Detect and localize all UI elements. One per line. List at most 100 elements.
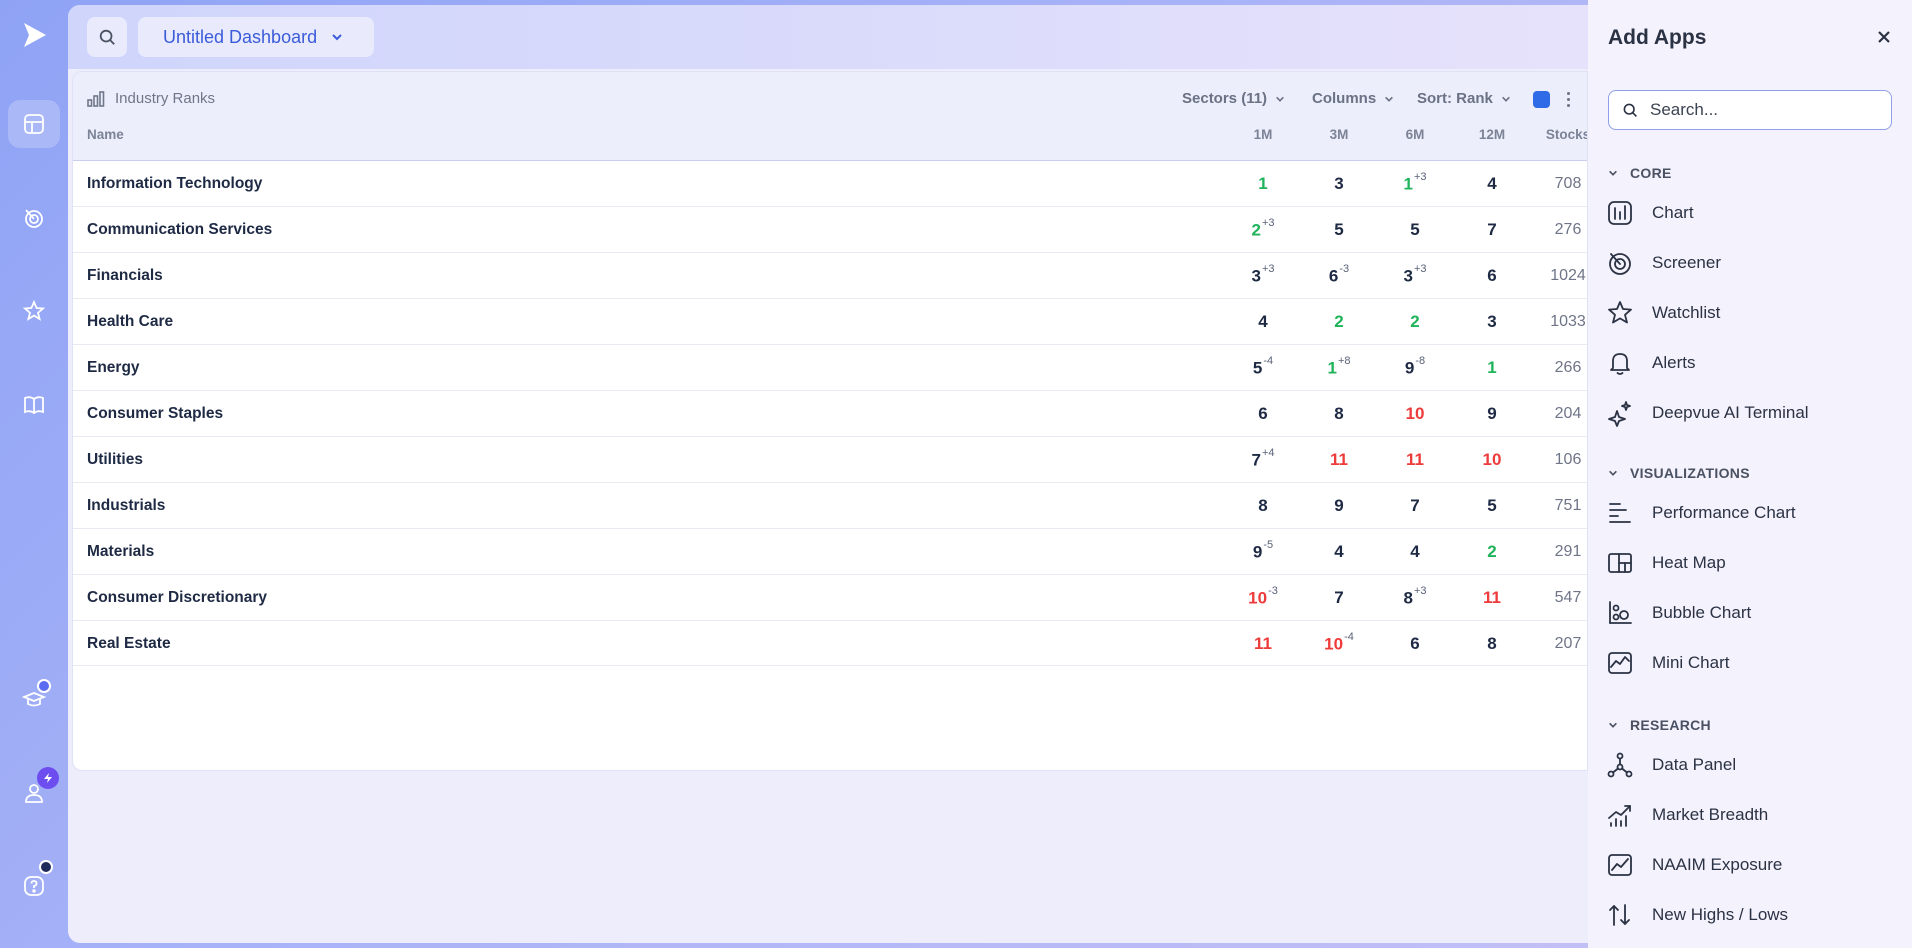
app-item-label: Bubble Chart (1652, 603, 1752, 622)
rank-cell-m3: 1+8 (1309, 355, 1369, 379)
rank-cell-m6: 4 (1385, 542, 1445, 562)
app-item-heat-map[interactable]: Heat Map (1606, 543, 1896, 583)
chart-icon (1606, 199, 1634, 227)
dashboard-select[interactable]: Untitled Dashboard (138, 17, 374, 57)
rank-cell-m3: 10-4 (1309, 631, 1369, 655)
col-header-12m[interactable]: 12M (1462, 127, 1522, 142)
rank-cell-m12: 6 (1462, 266, 1522, 286)
top-bar: Untitled Dashboard (68, 5, 1588, 69)
app-item-naaim-exposure[interactable]: NAAIM Exposure (1606, 845, 1896, 885)
section-header-visualizations[interactable]: VISUALIZATIONS (1608, 465, 1750, 481)
stocks-count: 106 (1554, 451, 1582, 468)
stocks-count: 751 (1554, 497, 1582, 514)
stocks-count: 1033 (1550, 313, 1586, 330)
table-row[interactable]: Consumer Discretionary 10-3 7 8+3 11 547 (73, 574, 1587, 620)
column-headers: Name 1M 3M 6M 12M Stocks (73, 127, 1587, 153)
chevron-down-icon (1385, 96, 1394, 102)
table-row[interactable]: Financials 3+3 6-3 3+3 6 1024 (73, 252, 1587, 298)
rank-cell-m12: 1 (1462, 358, 1522, 378)
columns-dropdown[interactable]: Columns (1312, 90, 1394, 107)
star-icon (1606, 299, 1634, 327)
rank-cell-m6: 11 (1385, 450, 1445, 470)
nav-watchlist-button[interactable] (8, 287, 60, 335)
rank-change: -3 (1268, 585, 1278, 597)
app-item-screener[interactable]: Screener (1606, 243, 1896, 283)
col-header-3m[interactable]: 3M (1309, 127, 1369, 142)
rank-value: 7 (1251, 450, 1261, 470)
table-row[interactable]: Health Care 4 2 2 3 1033 (73, 298, 1587, 344)
table-row[interactable]: Consumer Staples 6 8 10 9 204 (73, 390, 1587, 436)
rank-cell-m1: 9-5 (1233, 539, 1293, 563)
col-header-1m[interactable]: 1M (1233, 127, 1293, 142)
nav-account-button[interactable] (8, 767, 60, 817)
heatmap-icon (1606, 549, 1634, 577)
rank-cell-m12: 4 (1462, 174, 1522, 194)
nav-docs-button[interactable] (8, 381, 60, 429)
nav-screener-button[interactable] (8, 194, 60, 242)
table-row[interactable]: Materials 9-5 4 4 2 291 (73, 528, 1587, 574)
section-header-core[interactable]: CORE (1608, 165, 1672, 181)
table-row[interactable]: Energy 5-4 1+8 9-8 1 266 (73, 344, 1587, 390)
rank-value: 10 (1405, 404, 1425, 423)
table-row[interactable]: Utilities 7+4 11 11 10 106 (73, 436, 1587, 482)
app-item-data-panel[interactable]: Data Panel (1606, 745, 1896, 785)
rank-value: 8 (1487, 634, 1497, 653)
sort-dropdown[interactable]: Sort: Rank (1417, 90, 1511, 107)
app-item-alerts[interactable]: Alerts (1606, 343, 1896, 383)
rank-cell-m6: 2 (1385, 312, 1445, 332)
app-item-deepvue-ai-terminal[interactable]: Deepvue AI Terminal (1606, 393, 1896, 433)
row-name: Health Care (87, 313, 174, 330)
add-apps-drawer: Add Apps CORE Chart Screener Watchlist Alert… (1588, 0, 1912, 948)
table-row[interactable]: Communication Services 2+3 5 5 7 276 (73, 206, 1587, 252)
stocks-count: 708 (1554, 175, 1582, 192)
rank-cell-m6: 6 (1385, 634, 1445, 654)
line-chart-icon (1606, 851, 1634, 879)
rank-value: 9 (1252, 542, 1263, 562)
nav-dashboard-button[interactable] (8, 100, 60, 148)
apps-search-input[interactable] (1650, 100, 1870, 120)
rank-change: -8 (1415, 355, 1426, 367)
rank-value: 7 (1334, 588, 1344, 607)
chevron-down-icon (1609, 722, 1617, 728)
table-row[interactable]: Real Estate 11 10-4 6 8 207 (73, 620, 1587, 666)
app-item-watchlist[interactable]: Watchlist (1606, 293, 1896, 333)
section-header-research[interactable]: RESEARCH (1608, 717, 1711, 733)
global-search-button[interactable] (87, 17, 127, 57)
rank-change: +3 (1413, 263, 1427, 275)
rank-value: 7 (1487, 220, 1497, 239)
table-row[interactable]: Industrials 8 9 7 5 751 (73, 482, 1587, 528)
nav-learn-button[interactable] (8, 675, 60, 723)
lightning-icon (44, 773, 52, 783)
sparkles-icon (1606, 399, 1634, 427)
app-item-label: Watchlist (1652, 303, 1721, 322)
app-item-bubble-chart[interactable]: Bubble Chart (1606, 593, 1896, 633)
app-item-label: New Highs / Lows (1652, 905, 1789, 924)
rank-value: 11 (1406, 450, 1424, 469)
rank-cell-m1: 7+4 (1233, 447, 1293, 471)
main-area: Untitled Dashboard Industry Ranks Sector… (68, 5, 1588, 943)
col-header-6m[interactable]: 6M (1385, 127, 1445, 142)
app-item-chart[interactable]: Chart (1606, 193, 1896, 233)
app-logo[interactable] (17, 18, 51, 52)
rank-change: +3 (1261, 217, 1275, 229)
rank-value: 9 (1404, 358, 1415, 378)
nav-help-button[interactable] (8, 860, 60, 910)
app-item-label: Market Breadth (1652, 805, 1769, 824)
color-swatch[interactable] (1533, 91, 1550, 108)
close-button[interactable] (1874, 27, 1894, 47)
search-icon (1623, 103, 1637, 117)
app-item-performance-chart[interactable]: Performance Chart (1606, 493, 1896, 533)
app-item-new-highs-lows[interactable]: New Highs / Lows (1606, 895, 1896, 935)
rank-value: 3 (1487, 312, 1497, 331)
more-menu-icon[interactable] (1567, 92, 1571, 110)
rank-value: 8 (1334, 404, 1344, 423)
app-item-mini-chart[interactable]: Mini Chart (1606, 643, 1896, 683)
apps-search-field[interactable] (1608, 90, 1892, 130)
rank-cell-m12: 3 (1462, 312, 1522, 332)
table-row[interactable]: Information Technology 1 3 1+3 4 708 (73, 160, 1587, 206)
dashboard-icon (24, 114, 44, 134)
col-header-stocks[interactable]: Stocks (1538, 127, 1587, 142)
sectors-dropdown[interactable]: Sectors (11) (1182, 90, 1285, 107)
col-header-name[interactable]: Name (87, 127, 124, 142)
app-item-market-breadth[interactable]: Market Breadth (1606, 795, 1896, 835)
